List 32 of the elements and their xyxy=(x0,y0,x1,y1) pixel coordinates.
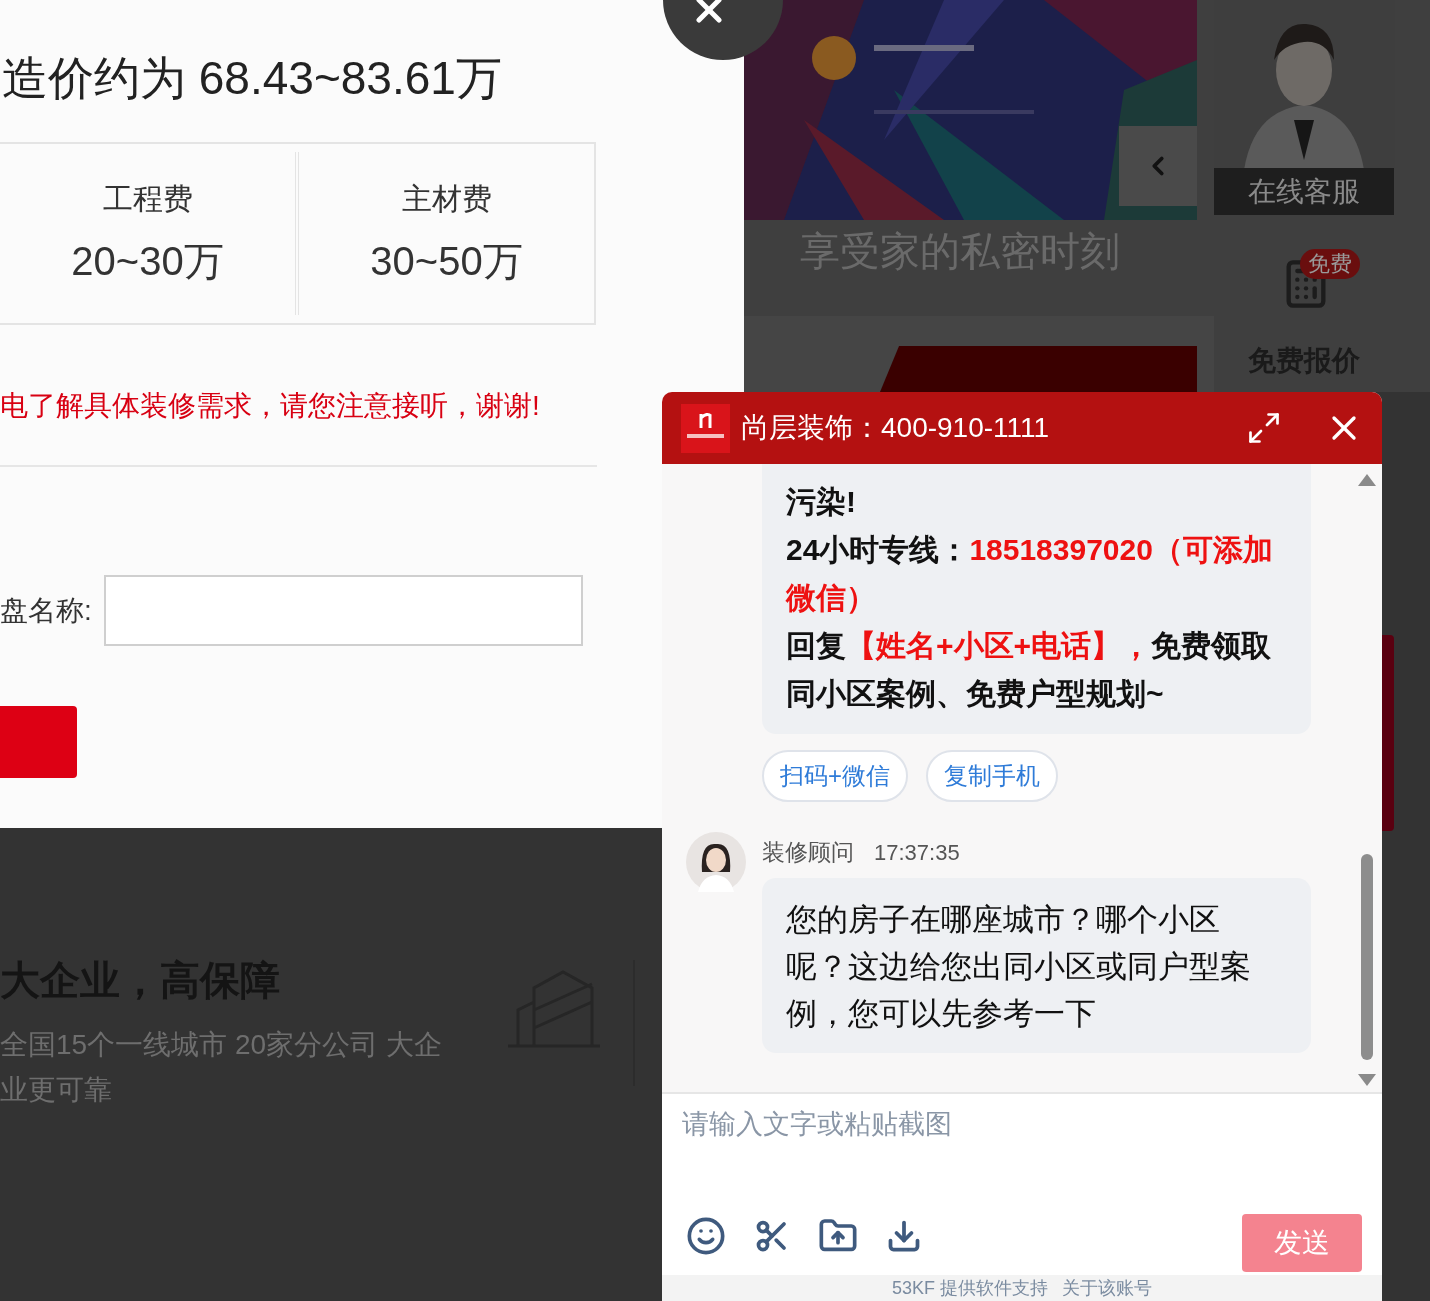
feature-text: 业更可靠 xyxy=(0,1073,113,1107)
scroll-thumb[interactable] xyxy=(1361,854,1373,1060)
emoji-icon[interactable] xyxy=(686,1216,726,1256)
fee-value: 20~30万 xyxy=(71,238,224,285)
maximize-icon xyxy=(1246,410,1282,446)
fee-label: 工程费 xyxy=(102,181,193,217)
send-button[interactable]: 发送 xyxy=(1242,1214,1362,1272)
message-text: 回复【姓名+小区+电话】，免费领取同小区案例、免费户型规划~ xyxy=(786,628,1273,712)
message-time: 17:37:35 xyxy=(874,838,960,867)
quick-action-button[interactable]: 复制手机 xyxy=(926,750,1058,802)
fee-value: 30~50万 xyxy=(370,238,523,285)
feature-text: 全国15个一线城市 20家分公司 大企 xyxy=(0,1028,442,1062)
message-text: 24小时专线：18518397020（可添加微信） xyxy=(786,532,1274,616)
field-label: 盘名称: xyxy=(0,593,92,628)
scroll-up-icon xyxy=(1358,474,1376,486)
notice-text: 电了解具体装修需求，请您注意接听，谢谢! xyxy=(0,389,541,423)
download-icon[interactable] xyxy=(886,1218,922,1254)
scroll-down-icon xyxy=(1358,1074,1376,1086)
message-text: 污染! xyxy=(786,484,857,520)
community-name-field[interactable] xyxy=(103,575,583,646)
logo-icon xyxy=(681,403,730,453)
free-badge: 免费 xyxy=(1300,249,1360,279)
service-label[interactable]: 在线客服 xyxy=(1214,168,1394,215)
message-text: 您的房子在哪座城市？哪个小区呢？这边给您出同小区或同户型案例，您可以先参考一下 xyxy=(786,901,1252,1033)
avatar xyxy=(686,832,746,892)
account-link[interactable]: 关于该账号 xyxy=(1062,1277,1152,1299)
footer-text: 53KF 提供软件支持 xyxy=(892,1277,1048,1299)
sender-name: 装修顾问 xyxy=(762,837,854,867)
chat-title: 尚层装饰：400-910-1111 xyxy=(741,411,1050,445)
fee-label: 主材费 xyxy=(401,181,492,217)
price-title: 造价约为 68.43~83.61万 xyxy=(2,51,503,106)
quick-action-button[interactable]: 扫码+微信 xyxy=(762,750,908,802)
